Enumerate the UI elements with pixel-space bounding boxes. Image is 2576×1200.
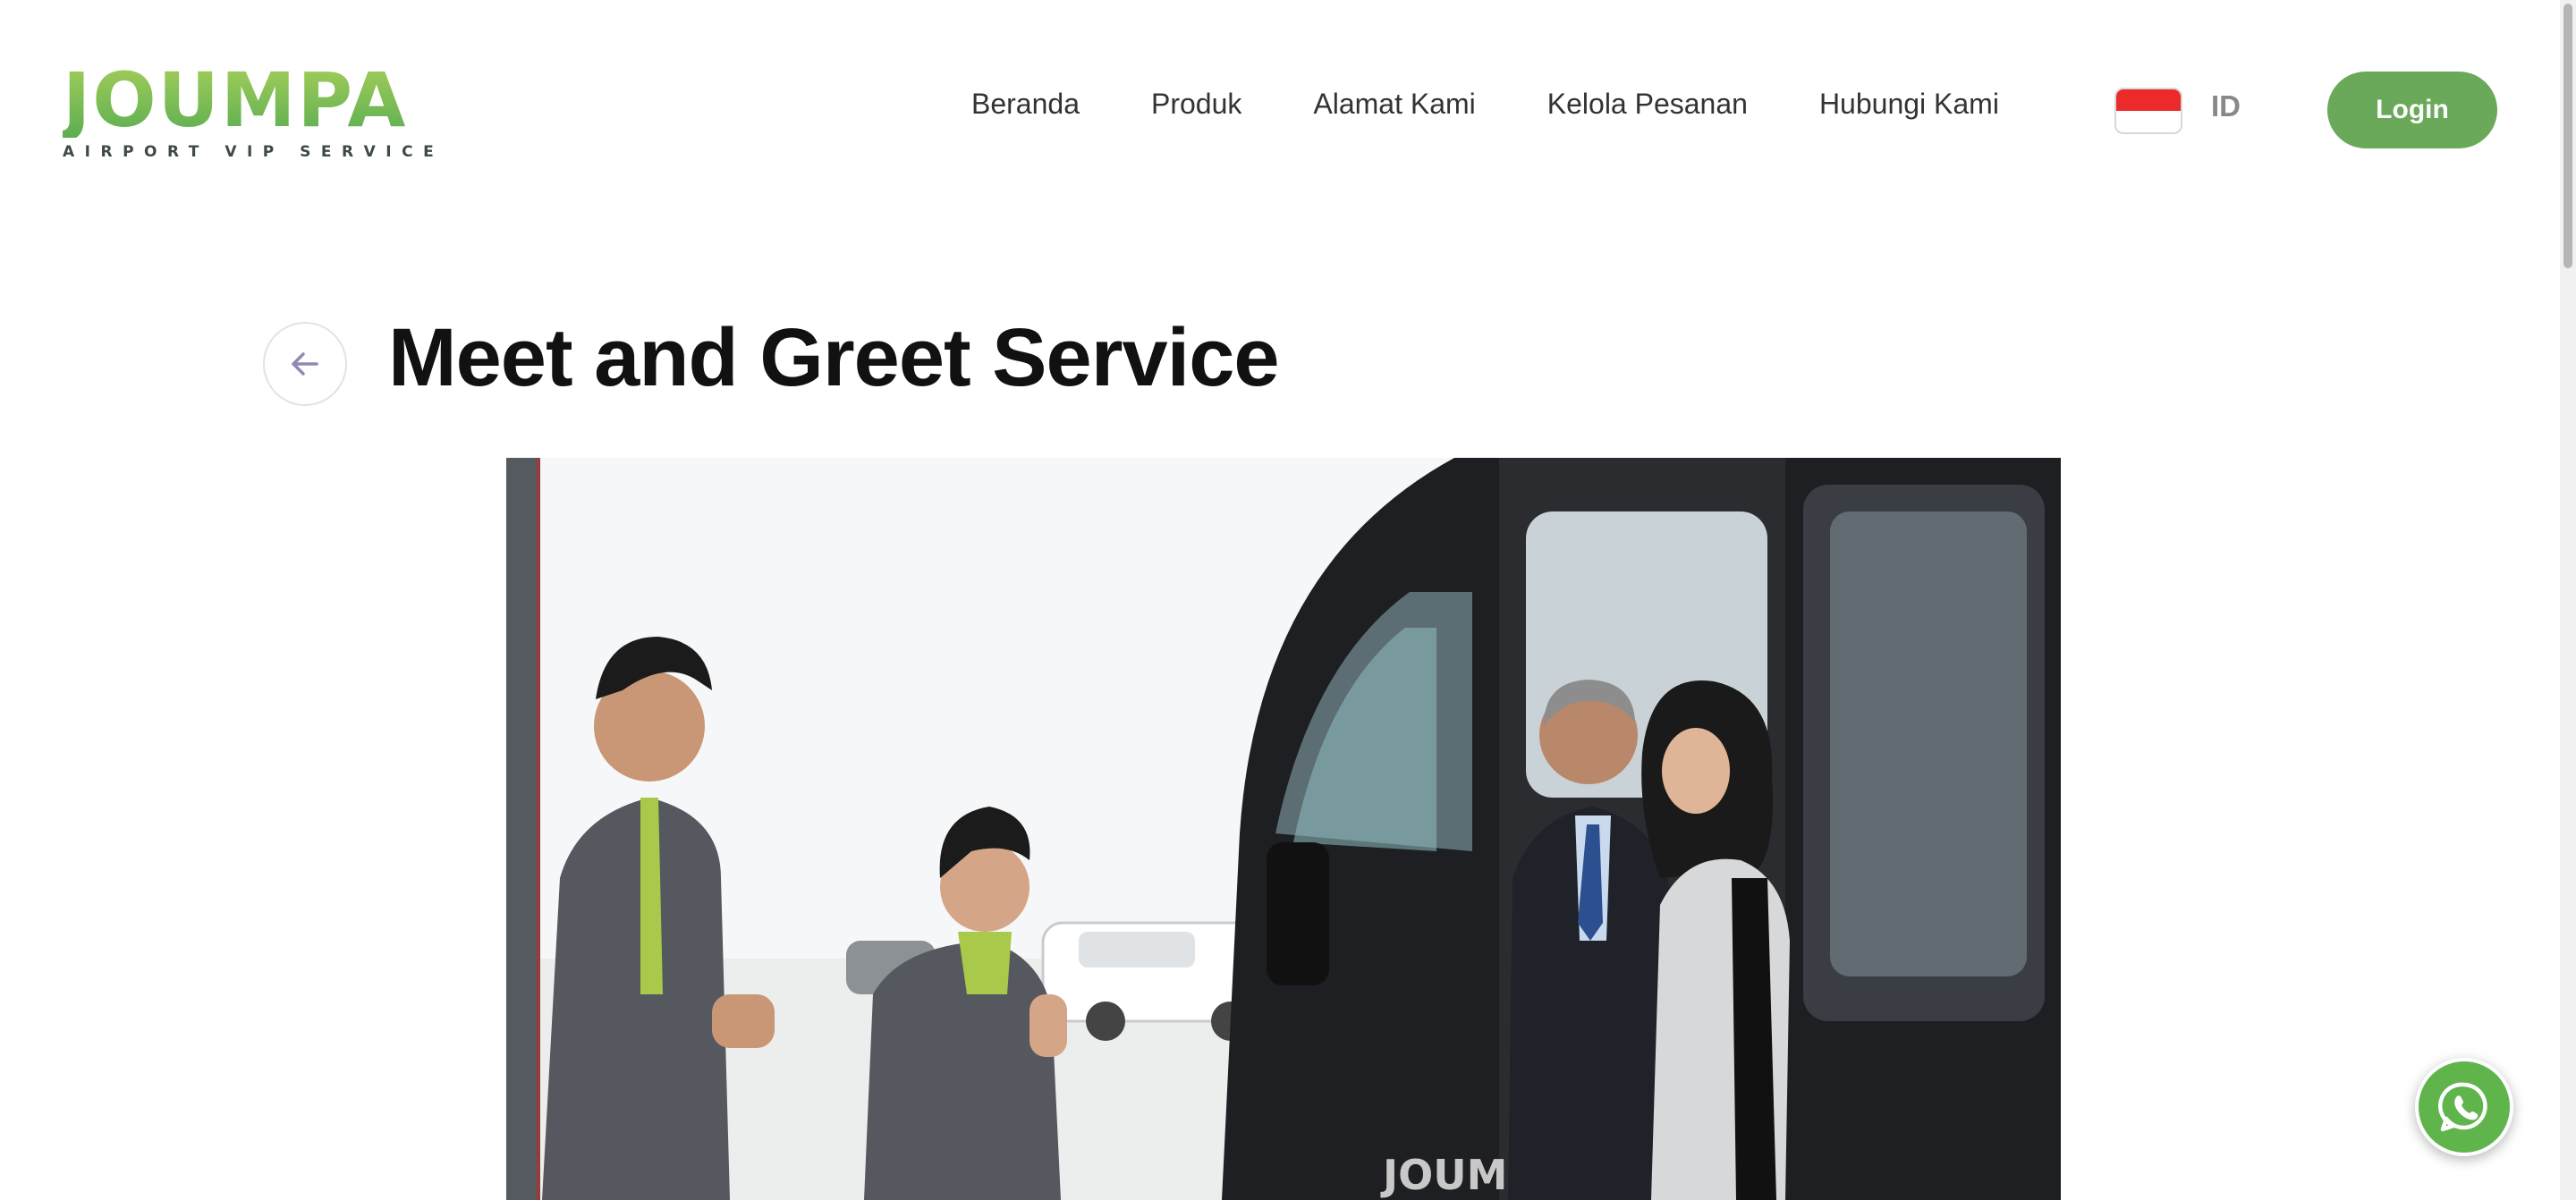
- scrollbar-thumb[interactable]: [2563, 4, 2572, 268]
- nav-item-hubungi-kami[interactable]: Hubungi Kami: [1819, 88, 1999, 121]
- nav-item-kelola-pesanan[interactable]: Kelola Pesanan: [1547, 88, 1748, 121]
- back-button[interactable]: [263, 322, 347, 406]
- flag-red-stripe: [2116, 89, 2181, 111]
- nav-item-produk[interactable]: Produk: [1151, 88, 1241, 121]
- hero-image: JOUMPA: [506, 458, 2061, 1200]
- logo-wordmark: JOUMPA: [63, 56, 408, 144]
- arrow-left-icon: [292, 352, 318, 376]
- logo-tagline: AIRPORT VIP SERVICE: [63, 143, 445, 161]
- passenger-woman: [1641, 680, 1790, 1200]
- page-title: Meet and Greet Service: [388, 312, 1280, 403]
- nav-item-beranda[interactable]: Beranda: [971, 88, 1080, 121]
- indonesia-flag-icon[interactable]: [2114, 88, 2182, 134]
- page: JOUMPA AIRPORT VIP SERVICE Beranda Produ…: [0, 0, 2576, 1200]
- joumpa-logo[interactable]: JOUMPA AIRPORT VIP SERVICE: [63, 63, 434, 161]
- nav-item-alamat-kami[interactable]: Alamat Kami: [1313, 88, 1475, 121]
- hero-illustration: JOUMPA: [506, 458, 2061, 1200]
- page-scrollbar[interactable]: [2560, 0, 2576, 1200]
- whatsapp-icon: [2437, 1082, 2487, 1132]
- main-nav: Beranda Produk Alamat Kami Kelola Pesana…: [971, 88, 2071, 121]
- whatsapp-button[interactable]: [2415, 1058, 2513, 1156]
- language-selector[interactable]: ID: [2211, 89, 2241, 123]
- flag-white-stripe: [2116, 111, 2181, 132]
- login-button[interactable]: Login: [2327, 72, 2497, 148]
